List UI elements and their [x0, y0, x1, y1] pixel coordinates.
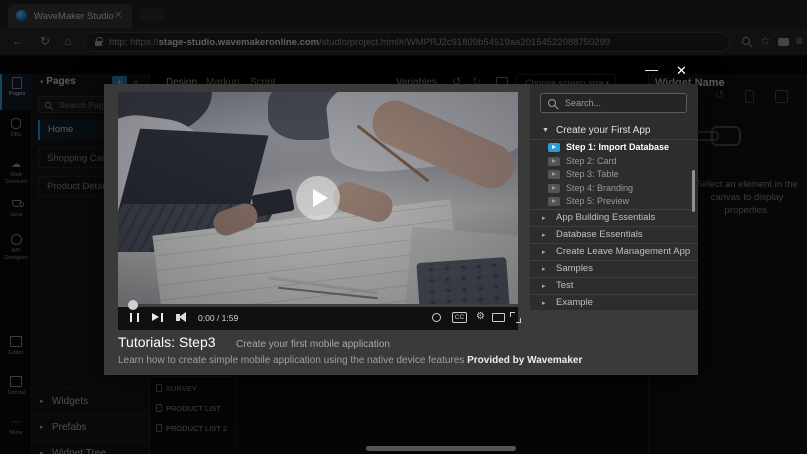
- section-caret-icon: ▸: [542, 248, 546, 256]
- video-thumb-icon: [548, 143, 560, 152]
- tutorial-step-2[interactable]: Step 2: Card: [530, 155, 698, 169]
- sidebar-scrollbar[interactable]: [692, 170, 695, 212]
- theater-mode-icon[interactable]: [492, 313, 505, 322]
- tutorial-step-5[interactable]: Step 5: Preview: [530, 195, 698, 209]
- section-database-essentials[interactable]: ▸ Database Essentials: [530, 226, 698, 243]
- section-samples[interactable]: ▸ Samples: [530, 260, 698, 277]
- video-frame[interactable]: [118, 92, 518, 304]
- section-expanded-caret-icon: ▼: [542, 127, 549, 134]
- video-player[interactable]: 0:00 / 1:59 CC ⚙: [118, 92, 518, 330]
- player-settings-icon[interactable]: ⚙: [476, 311, 485, 323]
- pause-button[interactable]: [130, 313, 139, 322]
- video-thumb-icon: [548, 170, 560, 179]
- screen: WaveMaker Studio ✕ ← ↻ ⌂ http: https://s…: [0, 0, 807, 454]
- volume-icon[interactable]: [176, 314, 180, 321]
- video-controls: 0:00 / 1:59 CC ⚙: [118, 304, 518, 330]
- section-example[interactable]: ▸ Example: [530, 294, 698, 311]
- video-title: Tutorials: Step3: [118, 334, 216, 350]
- video-subtitle: Create your first mobile application: [236, 339, 390, 350]
- modal-close-button[interactable]: ✕: [676, 63, 687, 79]
- section-app-building-essentials[interactable]: ▸ App Building Essentials: [530, 209, 698, 226]
- video-description: Learn how to create simple mobile applic…: [118, 355, 582, 366]
- modal-minimize-button[interactable]: —: [645, 62, 658, 77]
- captions-button[interactable]: CC: [452, 312, 467, 323]
- section-create-first-app[interactable]: ▼ Create your First App: [530, 122, 698, 140]
- tutorial-step-1[interactable]: Step 1: Import Database: [530, 141, 698, 155]
- section-create-leave-management[interactable]: ▸ Create Leave Management App: [530, 243, 698, 260]
- progress-handle[interactable]: [128, 300, 138, 310]
- tutorial-modal: 0:00 / 1:59 CC ⚙ Tutorials: Step3 Create…: [104, 84, 698, 375]
- section-test[interactable]: ▸ Test: [530, 277, 698, 294]
- section-caret-icon: ▸: [542, 299, 546, 307]
- section-caret-icon: ▸: [542, 282, 546, 290]
- search-icon: [548, 99, 556, 107]
- tutorial-sidebar: ▼ Create your First App Step 1: Import D…: [530, 84, 698, 310]
- progress-bar[interactable]: [118, 304, 518, 307]
- section-caret-icon: ▸: [542, 265, 546, 273]
- tutorial-search-box: [540, 93, 687, 113]
- provided-by: Provided by Wavemaker: [467, 355, 582, 366]
- tutorial-step-4[interactable]: Step 4: Branding: [530, 182, 698, 196]
- fullscreen-icon[interactable]: [510, 312, 521, 323]
- tutorial-step-3[interactable]: Step 3: Table: [530, 168, 698, 182]
- section-caret-icon: ▸: [542, 214, 546, 222]
- watch-later-icon[interactable]: [432, 313, 441, 322]
- play-button[interactable]: [296, 176, 340, 220]
- video-thumb-icon: [548, 184, 560, 193]
- time-display: 0:00 / 1:59: [198, 313, 238, 323]
- video-thumb-icon: [548, 197, 560, 206]
- video-thumb-icon: [548, 157, 560, 166]
- tutorial-search-input[interactable]: [563, 96, 681, 110]
- play-icon: [313, 189, 328, 207]
- next-button[interactable]: [152, 313, 159, 321]
- section-caret-icon: ▸: [542, 231, 546, 239]
